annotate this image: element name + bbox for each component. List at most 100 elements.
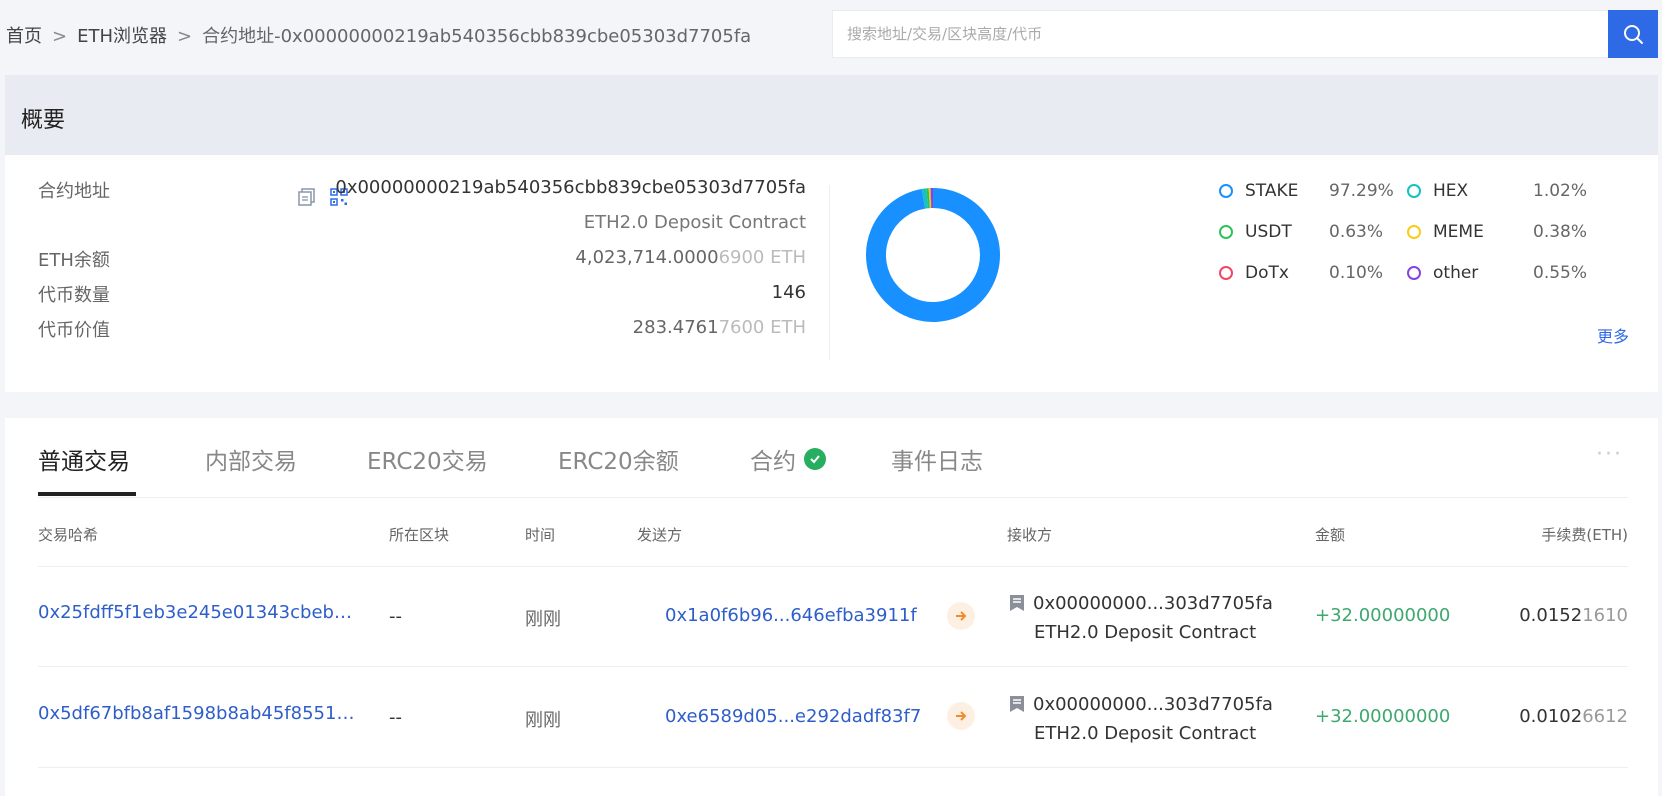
overview-panel: 合约地址 0x00000000219ab540356cbb839cbe05303… xyxy=(5,155,1658,392)
balance-dim: 6900 ETH xyxy=(718,247,806,268)
tab-contract[interactable]: 合约 xyxy=(750,442,826,476)
tab-label: 普通交易 xyxy=(38,449,130,475)
legend-item-hex[interactable]: HEX 1.02% xyxy=(1407,181,1587,201)
more-options-icon[interactable]: ··· xyxy=(1596,442,1623,467)
tx-from[interactable]: 0xe6589d05...e292dadf83f7 xyxy=(665,706,921,727)
tx-fee-main: 0.0152 xyxy=(1519,605,1583,626)
overview-divider xyxy=(829,185,830,360)
token-holdings-donut xyxy=(866,188,1000,322)
tab-internal-tx[interactable]: 内部交易 xyxy=(205,442,297,476)
legend-label: USDT xyxy=(1245,222,1292,242)
transactions-panel: 普通交易 内部交易 ERC20交易 ERC20余额 合约 事件日志 ··· 交易… xyxy=(5,418,1658,796)
contract-icon xyxy=(1010,696,1024,712)
tab-event-logs[interactable]: 事件日志 xyxy=(891,442,983,476)
tx-block: -- xyxy=(389,606,402,627)
legend-percent: 0.10% xyxy=(1329,263,1384,283)
legend-item-dotx[interactable]: DoTx 0.10% xyxy=(1219,263,1383,283)
tab-label: ERC20余额 xyxy=(558,449,679,475)
breadcrumb: 首页 > ETH浏览器 > 合约地址-0x00000000219ab540356cbb8… xyxy=(6,22,751,48)
tab-bar: 普通交易 内部交易 ERC20交易 ERC20余额 合约 事件日志 ··· xyxy=(38,418,1628,498)
tx-to-name: ETH2.0 Deposit Contract xyxy=(1034,723,1257,744)
more-link[interactable]: 更多 xyxy=(1597,323,1629,347)
row-divider xyxy=(38,767,1628,768)
contract-name: ETH2.0 Deposit Contract xyxy=(583,212,806,233)
header-to: 接收方 xyxy=(1007,526,1053,544)
breadcrumb-separator: > xyxy=(52,26,68,47)
legend-label: HEX xyxy=(1433,181,1469,201)
address-label: 合约地址 xyxy=(38,181,110,202)
row-divider xyxy=(38,566,1628,567)
tx-block: -- xyxy=(389,707,402,728)
search-input[interactable] xyxy=(833,11,1608,57)
header-hash: 交易哈希 xyxy=(38,526,99,544)
balance-label: ETH余额 xyxy=(38,250,110,271)
legend-dot-icon xyxy=(1219,266,1233,280)
legend-percent: 0.55% xyxy=(1533,263,1588,283)
legend-percent: 0.38% xyxy=(1533,222,1588,242)
legend-label: MEME xyxy=(1433,222,1484,242)
legend-item-stake[interactable]: STAKE 97.29% xyxy=(1219,181,1394,201)
breadcrumb-explorer[interactable]: ETH浏览器 xyxy=(77,26,167,47)
header-amount: 金额 xyxy=(1315,526,1346,544)
header-time: 时间 xyxy=(525,526,556,544)
legend-dot-icon xyxy=(1219,184,1233,198)
tx-to[interactable]: 0x00000000...303d7705fa xyxy=(1033,694,1273,715)
legend-dot-icon xyxy=(1407,184,1421,198)
token-value: 283.47617600 ETH xyxy=(633,317,806,338)
balance-value: 4,023,714.00006900 ETH xyxy=(575,247,806,268)
tab-label: 内部交易 xyxy=(205,449,297,475)
contract-address[interactable]: 0x00000000219ab540356cbb839cbe05303d7705… xyxy=(335,177,806,198)
legend-dot-icon xyxy=(1407,225,1421,239)
legend-percent: 1.02% xyxy=(1533,181,1588,201)
tab-erc20-balance[interactable]: ERC20余额 xyxy=(558,442,679,476)
tab-normal-tx[interactable]: 普通交易 xyxy=(38,442,130,476)
tx-hash[interactable]: 0x25fdff5f1eb3e245e01343cbeb39... xyxy=(38,602,356,623)
legend-percent: 97.29% xyxy=(1329,181,1394,201)
overview-header: 概要 xyxy=(5,75,1658,155)
legend-label: DoTx xyxy=(1245,263,1289,283)
legend-dot-icon xyxy=(1219,225,1233,239)
donut-slice-stake[interactable] xyxy=(866,188,1000,322)
tx-hash[interactable]: 0x5df67bfb8af1598b8ab45f8551c3... xyxy=(38,703,356,724)
header-block: 所在区块 xyxy=(389,526,450,544)
token-count-value[interactable]: 146 xyxy=(772,282,806,303)
legend-dot-icon xyxy=(1407,266,1421,280)
token-value-dim: 7600 ETH xyxy=(718,317,806,338)
legend-item-usdt[interactable]: USDT 0.63% xyxy=(1219,222,1383,242)
copy-icon[interactable] xyxy=(297,187,317,207)
token-value-label: 代币价值 xyxy=(38,320,110,341)
legend-item-meme[interactable]: MEME 0.38% xyxy=(1407,222,1587,242)
tx-time: 刚刚 xyxy=(525,710,561,731)
balance-main: 4,023,714.0000 xyxy=(575,247,719,268)
legend-label: STAKE xyxy=(1245,181,1299,201)
tx-from[interactable]: 0x1a0f6b96...646efba3911f xyxy=(665,605,917,626)
tx-fee: 0.01521610 xyxy=(1519,605,1628,626)
tx-to-name: ETH2.0 Deposit Contract xyxy=(1034,622,1257,643)
tx-time: 刚刚 xyxy=(525,609,561,630)
search-box xyxy=(832,10,1608,58)
tx-to[interactable]: 0x00000000...303d7705fa xyxy=(1033,593,1273,614)
overview-title: 概要 xyxy=(21,108,66,133)
tx-amount: +32.00000000 xyxy=(1315,605,1451,626)
tx-fee-dim: 1610 xyxy=(1582,605,1628,626)
breadcrumb-current: 合约地址-0x00000000219ab540356cbb839cbe05303… xyxy=(202,26,752,47)
legend-label: other xyxy=(1433,263,1479,283)
contract-icon xyxy=(1010,595,1024,611)
legend-percent: 0.63% xyxy=(1329,222,1384,242)
tab-active-indicator xyxy=(38,492,136,496)
tx-fee: 0.01026612 xyxy=(1519,706,1628,727)
tab-label: 合约 xyxy=(750,449,796,475)
tab-label: 事件日志 xyxy=(891,449,983,475)
tab-label: ERC20交易 xyxy=(367,449,488,475)
tx-fee-main: 0.0102 xyxy=(1519,706,1583,727)
verified-check-icon xyxy=(804,448,826,470)
breadcrumb-home[interactable]: 首页 xyxy=(6,26,42,47)
legend-item-other[interactable]: other 0.55% xyxy=(1407,263,1587,283)
token-value-main: 283.4761 xyxy=(632,317,719,338)
breadcrumb-separator: > xyxy=(177,26,193,47)
search-button[interactable] xyxy=(1608,10,1658,58)
tx-fee-dim: 6612 xyxy=(1582,706,1628,727)
tx-amount: +32.00000000 xyxy=(1315,706,1451,727)
top-bar: 首页 > ETH浏览器 > 合约地址-0x00000000219ab540356cbb8… xyxy=(0,0,1662,68)
tab-erc20-tx[interactable]: ERC20交易 xyxy=(367,442,488,476)
